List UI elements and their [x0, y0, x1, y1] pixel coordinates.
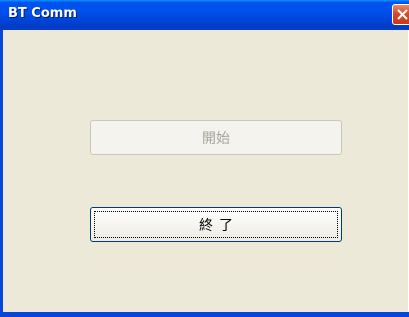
window-title: BT Comm [8, 6, 77, 21]
window-bottom-border [0, 312, 409, 317]
close-button[interactable] [392, 4, 409, 25]
client-area [3, 30, 407, 313]
end-button[interactable]: 終了 [90, 207, 342, 242]
start-button[interactable]: 開始 [90, 120, 342, 155]
start-button-label: 開始 [202, 130, 230, 147]
title-bar[interactable]: BT Comm [0, 0, 409, 30]
end-button-label: 終了 [199, 217, 239, 234]
close-icon [397, 9, 408, 20]
